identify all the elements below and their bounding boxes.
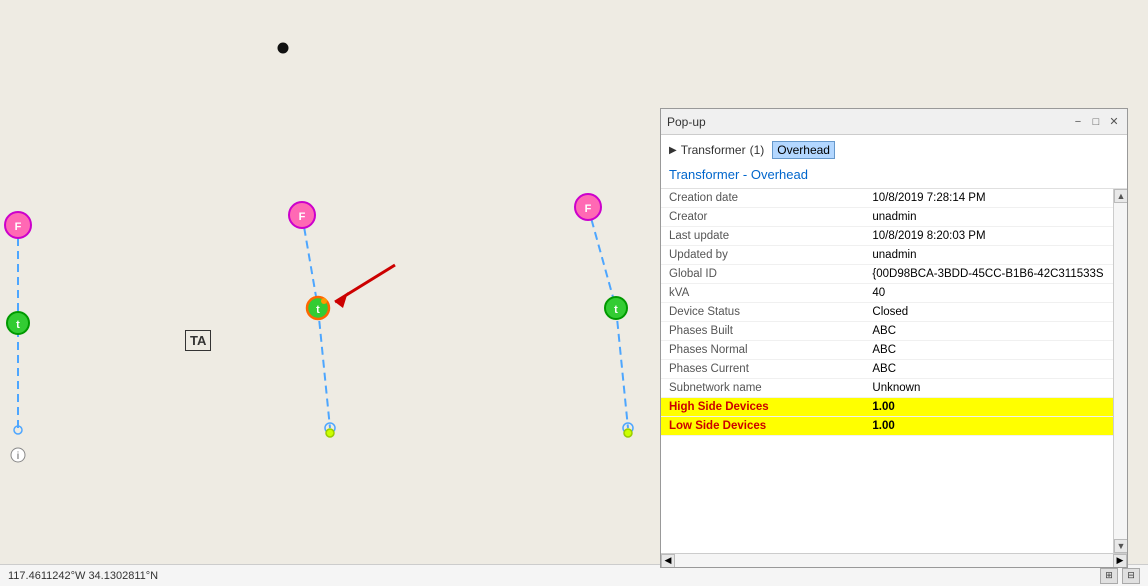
scroll-up-button[interactable]: ▲ <box>1114 189 1127 203</box>
popup-body: ▶ Transformer (1) Overhead Transformer -… <box>661 135 1127 567</box>
popup-panel: Pop-up − □ ✕ ▶ Transformer (1) Overhead … <box>660 108 1128 568</box>
layer-name: Transformer <box>681 143 746 157</box>
popup-restore-button[interactable]: □ <box>1089 115 1103 129</box>
status-icons: ⊞ ⊟ <box>1100 568 1140 584</box>
attr-value: 40 <box>864 284 1113 303</box>
attr-label: Subnetwork name <box>661 379 864 398</box>
attr-value: ABC <box>864 341 1113 360</box>
table-row: Phases BuiltABC <box>661 322 1113 341</box>
attr-value: unadmin <box>864 208 1113 227</box>
table-row: Device StatusClosed <box>661 303 1113 322</box>
popup-feature-title: Transformer - Overhead <box>661 163 1127 189</box>
svg-text:t: t <box>16 319 20 331</box>
attr-label: Low Side Devices <box>661 417 864 436</box>
coordinates-display: 117.4611242°W 34.1302811°N <box>8 570 158 582</box>
popup-minimize-button[interactable]: − <box>1071 115 1085 129</box>
scroll-right-button[interactable]: ▶ <box>1113 554 1127 568</box>
scroll-left-button[interactable]: ◀ <box>661 554 675 568</box>
attr-value: {00D98BCA-3BDD-45CC-B1B6-42C311533S <box>864 265 1113 284</box>
table-row: High Side Devices1.00 <box>661 398 1113 417</box>
table-row: Phases CurrentABC <box>661 360 1113 379</box>
svg-text:F: F <box>299 211 306 223</box>
table-row: Low Side Devices1.00 <box>661 417 1113 436</box>
attr-label: Phases Built <box>661 322 864 341</box>
svg-text:i: i <box>17 451 19 462</box>
status-icon-1[interactable]: ⊞ <box>1100 568 1118 584</box>
table-row: Global ID{00D98BCA-3BDD-45CC-B1B6-42C311… <box>661 265 1113 284</box>
layer-count: (1) <box>750 143 765 157</box>
attr-value: unadmin <box>864 246 1113 265</box>
attr-label: Global ID <box>661 265 864 284</box>
attr-label: Device Status <box>661 303 864 322</box>
table-row: Last update10/8/2019 8:20:03 PM <box>661 227 1113 246</box>
attr-value: Unknown <box>864 379 1113 398</box>
popup-titlebar: Pop-up − □ ✕ <box>661 109 1127 135</box>
popup-layer-header: ▶ Transformer (1) Overhead <box>661 135 1127 163</box>
attr-value: ABC <box>864 360 1113 379</box>
attr-value: 10/8/2019 7:28:14 PM <box>864 189 1113 208</box>
attribute-table-body: Creation date10/8/2019 7:28:14 PMCreator… <box>661 189 1113 436</box>
attr-label: kVA <box>661 284 864 303</box>
svg-text:t: t <box>614 304 618 316</box>
selected-item-badge: Overhead <box>772 141 835 159</box>
attr-label: Last update <box>661 227 864 246</box>
svg-text:F: F <box>585 203 592 215</box>
table-row: Updated byunadmin <box>661 246 1113 265</box>
ta-label: TA <box>185 330 211 351</box>
svg-text:t: t <box>316 304 320 316</box>
popup-controls: − □ ✕ <box>1071 115 1121 129</box>
attr-value: 1.00 <box>864 398 1113 417</box>
table-row: Creatorunadmin <box>661 208 1113 227</box>
attr-label: Creation date <box>661 189 864 208</box>
table-row: kVA40 <box>661 284 1113 303</box>
table-row: Creation date10/8/2019 7:28:14 PM <box>661 189 1113 208</box>
attr-label: Phases Current <box>661 360 864 379</box>
attr-value: 10/8/2019 8:20:03 PM <box>864 227 1113 246</box>
popup-title: Pop-up <box>667 115 706 129</box>
attr-label: Updated by <box>661 246 864 265</box>
scroll-track <box>675 554 1113 568</box>
attribute-table: Creation date10/8/2019 7:28:14 PMCreator… <box>661 189 1113 436</box>
vertical-scrollbar[interactable]: ▲ ▼ <box>1113 189 1127 553</box>
attr-value: 1.00 <box>864 417 1113 436</box>
table-row: Subnetwork nameUnknown <box>661 379 1113 398</box>
layer-collapse-arrow[interactable]: ▶ <box>669 145 677 156</box>
popup-close-button[interactable]: ✕ <box>1107 115 1121 129</box>
popup-table-container[interactable]: Creation date10/8/2019 7:28:14 PMCreator… <box>661 189 1127 553</box>
table-row: Phases NormalABC <box>661 341 1113 360</box>
status-icon-2[interactable]: ⊟ <box>1122 568 1140 584</box>
attr-label: Creator <box>661 208 864 227</box>
attr-value: ABC <box>864 322 1113 341</box>
horizontal-scrollbar[interactable]: ◀ ▶ <box>661 553 1127 567</box>
svg-text:F: F <box>15 221 22 233</box>
scroll-down-button[interactable]: ▼ <box>1114 539 1127 553</box>
attr-label: High Side Devices <box>661 398 864 417</box>
attr-value: Closed <box>864 303 1113 322</box>
attr-label: Phases Normal <box>661 341 864 360</box>
